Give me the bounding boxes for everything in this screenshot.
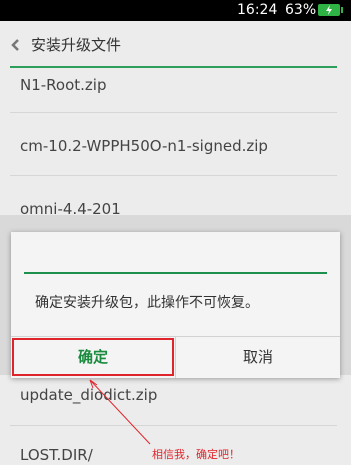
annotation-text: 相信我，确定吧！ xyxy=(152,448,240,461)
annotation-arrow xyxy=(89,379,151,445)
